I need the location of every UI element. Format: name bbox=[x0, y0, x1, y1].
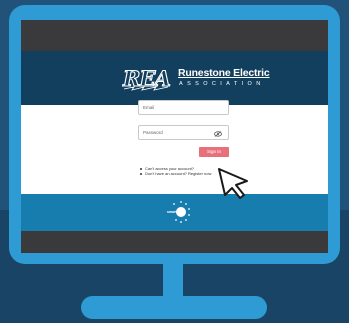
email-field[interactable]: Email bbox=[138, 100, 229, 115]
password-placeholder: Password bbox=[143, 130, 163, 135]
help-link-register[interactable]: Don't have an account? Register now bbox=[140, 171, 211, 176]
bullet-icon bbox=[140, 172, 142, 175]
login-form-area bbox=[21, 105, 328, 194]
rea-logo-letters: REA bbox=[122, 66, 170, 91]
brand-name: Runestone Electric bbox=[178, 67, 270, 79]
eye-icon[interactable] bbox=[214, 129, 222, 142]
mouse-cursor-icon bbox=[217, 167, 251, 206]
email-placeholder: Email bbox=[143, 105, 155, 110]
monitor-stand-base bbox=[81, 296, 267, 319]
monitor-stand-neck bbox=[163, 264, 183, 300]
screen-top-bar bbox=[21, 20, 328, 51]
brand-subtitle: ASSOCIATION bbox=[179, 81, 265, 87]
smarthub-logo-icon bbox=[165, 200, 191, 229]
screen-bottom-bar bbox=[21, 231, 328, 253]
help-links: Can't access your account? Don't have an… bbox=[140, 166, 211, 176]
rea-logo-icon: REA bbox=[121, 65, 176, 97]
password-field[interactable]: Password bbox=[138, 125, 229, 140]
sign-in-button[interactable]: Sign In bbox=[199, 147, 229, 157]
bullet-icon bbox=[140, 167, 142, 170]
monitor-screen: REA Runestone Electric ASSOCIATION Email… bbox=[21, 20, 328, 253]
smarthub-logo-text: smarthub bbox=[167, 210, 183, 214]
help-link-register-label: Don't have an account? Register now bbox=[145, 171, 212, 176]
